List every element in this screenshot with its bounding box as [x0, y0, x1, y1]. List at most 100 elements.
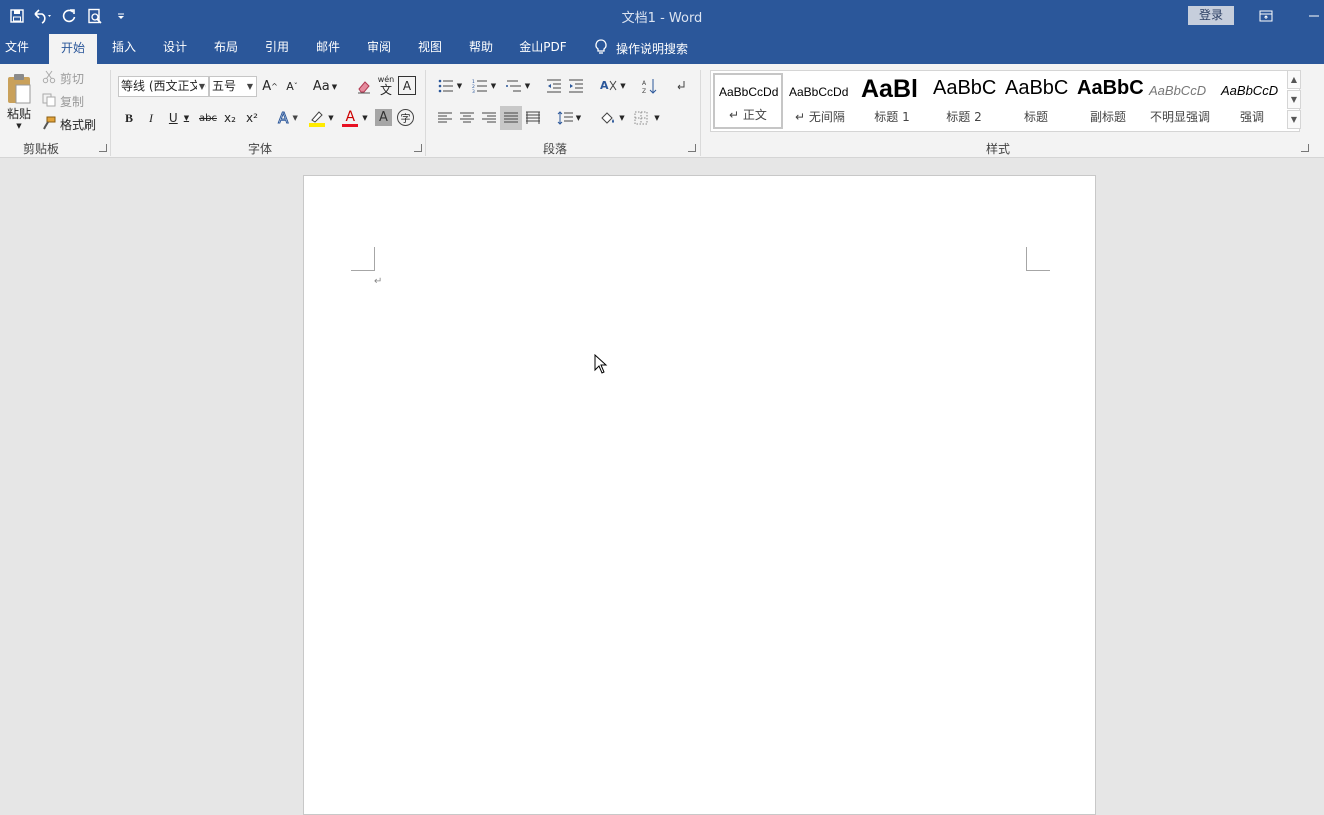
tab-file[interactable]: 文件 [0, 32, 34, 64]
margin-marker-top-right [1026, 247, 1050, 271]
style-title[interactable]: AaBbC 标题 [1001, 73, 1071, 129]
bold-button[interactable]: B [120, 108, 138, 128]
align-right-button[interactable] [480, 108, 498, 128]
justify-button[interactable] [500, 106, 522, 130]
strikethrough-label: abc [199, 112, 217, 124]
align-center-button[interactable] [458, 108, 476, 128]
character-shading-label: A [379, 110, 388, 125]
change-case-button[interactable]: Aa ▼ [310, 76, 340, 97]
font-name-value: 等线 (西文正文) [121, 79, 207, 93]
underline-button[interactable]: U ▼ [164, 108, 194, 128]
style-heading-2[interactable]: AaBbC 标题 2 [929, 73, 999, 129]
style-sample: AaBbCcD [1149, 83, 1207, 98]
justify-icon [504, 112, 518, 123]
underline-label: U [168, 111, 178, 125]
minimize-icon[interactable] [1304, 6, 1324, 26]
tab-references[interactable]: 引用 [259, 32, 295, 64]
enclose-characters-button[interactable]: 字 [397, 109, 414, 126]
tab-home[interactable]: 开始 [49, 34, 97, 64]
subscript-label: x₂ [224, 111, 236, 125]
shading-button[interactable]: ▼ [596, 108, 628, 128]
multilevel-list-icon [505, 80, 521, 92]
line-spacing-button[interactable]: ▼ [554, 108, 584, 128]
style-name: 副标题 [1089, 110, 1126, 124]
style-no-spacing[interactable]: AaBbCcDd ↵ 无间隔 [785, 73, 855, 129]
style-name: 不明显强调 [1149, 110, 1210, 124]
format-painter-label: 格式刷 [60, 118, 97, 132]
style-normal[interactable]: AaBbCcDd ↵ 正文 [713, 73, 783, 129]
gallery-down-icon[interactable]: ▼ [1287, 90, 1301, 109]
increase-indent-button[interactable] [566, 76, 586, 96]
style-emphasis[interactable]: AaBbCcD 强调 [1217, 73, 1287, 129]
gallery-more-icon[interactable]: ▼ [1287, 110, 1301, 129]
styles-gallery: AaBbCcDd ↵ 正文 AaBbCcDd ↵ 无间隔 AaBl 标题 1 A… [710, 70, 1300, 132]
borders-button[interactable]: ▼ [632, 108, 662, 128]
style-subtle-emphasis[interactable]: AaBbCcD 不明显强调 [1145, 73, 1215, 129]
tab-insert[interactable]: 插入 [106, 32, 142, 64]
paragraph-dialog-launcher-icon[interactable] [688, 144, 696, 152]
format-painter-icon [42, 116, 56, 133]
clear-formatting-button[interactable] [354, 76, 374, 97]
show-formatting-marks-button[interactable] [671, 76, 691, 96]
sort-button[interactable]: AZ [640, 76, 660, 96]
copy-label: 复制 [60, 95, 85, 109]
asian-layout-icon: A [600, 79, 617, 92]
change-case-label: Aa [312, 79, 330, 94]
subscript-button[interactable]: x₂ [221, 108, 239, 128]
align-left-button[interactable] [436, 108, 454, 128]
style-subtitle[interactable]: AaBbC 副标题 [1073, 73, 1143, 129]
numbering-button[interactable]: 1 2 3 ▼ [469, 76, 499, 96]
decrease-indent-button[interactable] [544, 76, 564, 96]
font-size-combo[interactable]: 五号 ▼ [209, 76, 257, 97]
gallery-up-icon[interactable]: ▲ [1287, 70, 1301, 89]
strikethrough-button[interactable]: abc [198, 108, 218, 128]
grow-font-button[interactable]: A ^ [261, 76, 279, 97]
document-page[interactable]: ↵ [303, 175, 1096, 815]
paste-dropdown-icon[interactable]: ▼ [16, 122, 21, 130]
tab-help[interactable]: 帮助 [463, 32, 499, 64]
paste-button[interactable]: 粘贴 ▼ [4, 70, 34, 132]
tell-me-search[interactable]: 操作说明搜索 [594, 32, 688, 64]
ribbon-display-options-icon[interactable] [1256, 6, 1276, 26]
numbering-icon: 123 [472, 79, 487, 93]
font-dialog-launcher-icon[interactable] [414, 144, 422, 152]
tab-view[interactable]: 视图 [412, 32, 448, 64]
tab-mailings[interactable]: 邮件 [310, 32, 346, 64]
ribbon: 粘贴 ▼ 剪切 复制 格式刷 剪贴板 等线 (西文正文) ▼ 五号 ▼ A ^ A… [0, 64, 1324, 158]
highlight-color-button[interactable]: ▼ [306, 108, 336, 128]
chevron-down-icon[interactable]: ▼ [247, 77, 253, 96]
style-sample: AaBbC [1077, 77, 1143, 99]
asian-layout-button[interactable]: A ▼ [597, 76, 629, 96]
clipboard-dialog-launcher-icon[interactable] [99, 144, 107, 152]
multilevel-list-button[interactable]: ▼ [503, 76, 533, 96]
shrink-font-button[interactable]: Aˇ [283, 76, 301, 97]
italic-button[interactable]: I [142, 108, 160, 128]
phonetic-guide-icon: 文 [379, 83, 392, 97]
style-sample: AaBbCcDd [789, 85, 849, 99]
cut-button[interactable]: 剪切 [42, 70, 84, 87]
login-button[interactable]: 登录 [1188, 6, 1234, 25]
text-effects-button[interactable]: A ▼ [274, 108, 302, 128]
bullets-button[interactable]: ▼ [436, 76, 464, 96]
character-border-button[interactable]: A [398, 76, 416, 95]
character-shading-button[interactable]: A [375, 109, 392, 126]
tab-kingsoft-pdf[interactable]: 金山PDF [514, 32, 572, 64]
phonetic-guide-button[interactable]: wén 文 [376, 74, 396, 98]
tab-design[interactable]: 设计 [157, 32, 193, 64]
font-name-combo[interactable]: 等线 (西文正文) ▼ [118, 76, 209, 97]
styles-dialog-launcher-icon[interactable] [1301, 144, 1309, 152]
bold-label: B [124, 110, 133, 125]
copy-button[interactable]: 复制 [42, 93, 84, 110]
tab-layout[interactable]: 布局 [208, 32, 244, 64]
tab-review[interactable]: 审阅 [361, 32, 397, 64]
style-name: ↵ 无间隔 [795, 110, 845, 124]
chevron-down-icon[interactable]: ▼ [196, 77, 205, 96]
style-name: 标题 [1023, 110, 1048, 124]
sort-icon: AZ [642, 79, 657, 94]
font-color-button[interactable]: A ▼ [340, 108, 370, 128]
superscript-button[interactable]: x² [243, 108, 261, 128]
distributed-button[interactable] [524, 108, 542, 128]
style-sample: AaBbCcDd [719, 85, 779, 99]
format-painter-button[interactable]: 格式刷 [42, 116, 96, 133]
style-heading-1[interactable]: AaBl 标题 1 [857, 73, 927, 129]
